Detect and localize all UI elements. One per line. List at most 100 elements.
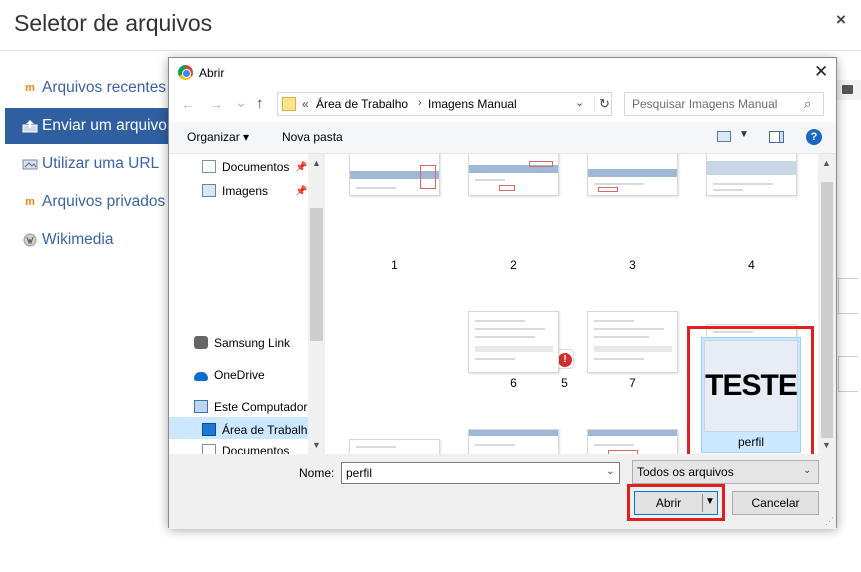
pin-icon[interactable]: 📌 [295, 162, 307, 173]
file-thumbnail-10[interactable] [468, 429, 559, 454]
nav-item-label: Imagens [222, 184, 269, 198]
scroll-up-icon[interactable]: ▲ [312, 158, 321, 168]
chevron-down-icon[interactable]: ⌄ [606, 466, 614, 477]
upload-icon [21, 118, 39, 134]
moodle-icon: m [25, 196, 35, 208]
scroll-down-icon[interactable]: ▼ [312, 440, 321, 450]
repo-recent-files[interactable]: m Arquivos recentes [5, 70, 175, 106]
background-field [838, 278, 858, 314]
desktop-icon [202, 423, 216, 436]
file-label[interactable]: 7 [587, 376, 678, 390]
samsung-link-icon [194, 336, 208, 349]
pin-icon[interactable]: 📌 [295, 186, 307, 197]
repo-url[interactable]: Utilizar uma URL [5, 146, 175, 182]
organize-button[interactable]: Organizar ▾ [187, 130, 249, 144]
moodle-icon: m [25, 82, 35, 94]
file-thumbnail-11[interactable] [587, 429, 678, 454]
file-type-value: Todos os arquivos [637, 465, 734, 479]
repo-label: Wikimedia [42, 231, 114, 248]
folder-icon [282, 97, 296, 111]
chrome-icon [178, 65, 193, 80]
command-bar: Organizar ▾ Nova pasta ▼ ? [169, 122, 836, 154]
back-arrow-icon[interactable]: ← [181, 96, 195, 112]
help-icon[interactable]: ? [806, 129, 822, 145]
file-label[interactable]: 1 [349, 258, 440, 272]
file-scroll-thumb[interactable] [821, 182, 833, 438]
new-folder-button[interactable]: Nova pasta [282, 130, 343, 144]
file-thumbnail-1[interactable] [349, 154, 440, 196]
nav-item-onedrive[interactable]: OneDrive [194, 368, 265, 382]
documents-icon [202, 160, 216, 173]
nav-item-desktop[interactable]: Área de Trabalho [169, 417, 314, 439]
repo-label: Enviar um arquivo [42, 117, 167, 134]
refresh-icon[interactable]: ↻ [594, 96, 610, 112]
breadcrumb-segment[interactable]: Imagens Manual [428, 97, 517, 111]
computer-icon [194, 400, 208, 413]
nav-item-documents[interactable]: Documentos [202, 444, 289, 454]
repo-label: Utilizar uma URL [42, 155, 160, 172]
highlight-box [687, 326, 814, 460]
dialog-titlebar: Abrir ✕ [169, 58, 836, 88]
dialog-close-button[interactable]: ✕ [814, 62, 828, 82]
nav-item-label: Este Computador [214, 400, 308, 414]
file-thumbnail-3[interactable] [587, 154, 678, 196]
file-label[interactable]: 3 [587, 258, 678, 272]
dialog-footer: Nome: perfil ⌄ Todos os arquivos ⌄ Abrir… [169, 454, 836, 529]
divider [0, 50, 861, 51]
nav-item-label: Documentos [222, 160, 290, 174]
file-label[interactable]: 4 [706, 258, 797, 272]
nav-item-label: OneDrive [214, 368, 265, 382]
navigation-bar: ← → ⌄ ↑ « Área de Trabalho › Imagens Man… [169, 88, 836, 122]
filename-field[interactable]: perfil ⌄ [341, 462, 620, 484]
view-dropdown-icon[interactable]: ▼ [739, 129, 749, 140]
resize-grip-icon[interactable]: ⋰ [825, 516, 834, 527]
nav-item-this-pc[interactable]: Este Computador [194, 400, 307, 414]
file-type-select[interactable]: Todos os arquivos ⌄ [632, 460, 819, 484]
up-arrow-icon[interactable]: ↑ [256, 95, 264, 112]
address-dropdown-icon[interactable]: ⌄ [575, 96, 584, 109]
file-thumbnail-7[interactable] [587, 311, 678, 373]
nav-item-label: Área de Trabalho [222, 423, 315, 437]
file-label[interactable]: 2 [468, 258, 559, 272]
file-label[interactable]: 6 [468, 376, 559, 390]
chevron-down-icon[interactable]: ⌄ [803, 465, 811, 476]
nav-item-samsung-link[interactable]: Samsung Link [194, 336, 290, 350]
recent-locations-icon[interactable]: ⌄ [235, 94, 247, 111]
breadcrumb-separator: › [418, 97, 422, 109]
nav-scroll-thumb[interactable] [310, 208, 323, 341]
address-chevron[interactable]: « [302, 97, 309, 111]
file-thumbnail-2[interactable] [468, 154, 559, 196]
breadcrumb-segment[interactable]: Área de Trabalho [316, 97, 408, 111]
file-thumbnail-6[interactable] [468, 311, 559, 373]
preview-pane-icon[interactable] [769, 131, 784, 143]
file-thumbnail-4[interactable] [706, 154, 797, 196]
error-mark: ! [558, 353, 572, 367]
highlight-box [627, 484, 725, 521]
search-input[interactable]: Pesquisar Imagens Manual ⌕ [624, 92, 824, 116]
cancel-button[interactable]: Cancelar [732, 491, 819, 515]
repo-upload-file[interactable]: Enviar um arquivo [5, 108, 175, 144]
onedrive-icon [194, 372, 208, 381]
view-options-icon[interactable] [717, 131, 731, 142]
nav-item-label: Samsung Link [214, 336, 291, 350]
open-file-dialog: Abrir ✕ ← → ⌄ ↑ « Área de Trabalho › Ima… [168, 57, 837, 529]
search-icon[interactable]: ⌕ [804, 96, 811, 112]
dialog-title: Abrir [199, 66, 225, 80]
picker-title: Seletor de arquivos [14, 10, 213, 36]
search-placeholder: Pesquisar Imagens Manual [632, 97, 778, 111]
repo-private-files[interactable]: m Arquivos privados [5, 184, 175, 220]
address-bar[interactable]: « Área de Trabalho › Imagens Manual ⌄ ↻ [277, 92, 612, 116]
folder-icon[interactable] [836, 80, 861, 100]
file-thumbnail-9[interactable] [349, 439, 440, 454]
documents-icon [202, 444, 216, 454]
images-icon [202, 184, 216, 197]
nav-item-documents[interactable]: Documentos [202, 160, 289, 174]
nav-item-images[interactable]: Imagens [202, 184, 268, 198]
scroll-up-icon[interactable]: ▲ [822, 158, 831, 168]
forward-arrow-icon[interactable]: → [209, 96, 223, 112]
repo-label: Arquivos privados [42, 193, 166, 210]
navigation-pane: Documentos 📌 Imagens 📌 Samsung Link OneD… [169, 154, 325, 454]
picker-close-button[interactable]: × [836, 10, 846, 30]
repo-wikimedia[interactable]: Wikimedia [5, 222, 175, 258]
scroll-down-icon[interactable]: ▼ [822, 440, 831, 450]
